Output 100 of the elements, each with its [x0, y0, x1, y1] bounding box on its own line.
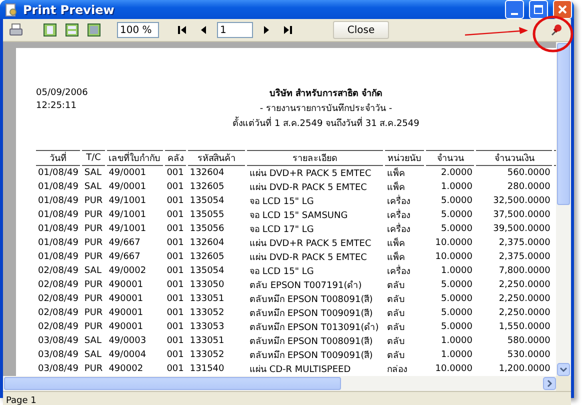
table-cell-text: 49/0001 [108, 167, 148, 180]
table-cell-text: ตลับ [386, 294, 406, 306]
horizontal-scrollbar[interactable] [3, 376, 556, 391]
table-cell-text: จอ LCD 15" LG [248, 266, 315, 278]
page-field[interactable]: 1 [217, 22, 253, 38]
table-cell-text: 001 [166, 265, 185, 278]
report-period: ตั้งแต่วันที่ 1 ส.ค.2549 จนถึงวันที่ 31 ส.ค.2549 [232, 116, 420, 130]
table-cell-text: 001 [166, 195, 185, 208]
report-time: 12:25:11 [36, 101, 78, 111]
table-cell-text: 02/08/49 [37, 279, 80, 292]
column-header: หน่วยนับ [384, 150, 424, 166]
table-cell-text: 1,550.0000 [498, 321, 552, 334]
table-cell-text: 1.0000 [440, 349, 474, 362]
print-icon [9, 23, 23, 37]
table-cell-text: 1.0000 [440, 265, 474, 278]
column-header: เลขที่ใบกำกับ [106, 150, 163, 166]
table-cell-text: 133052 [188, 349, 226, 362]
table-cell-text: 5.0000 [440, 293, 474, 306]
table-cell-text: 490001 [108, 307, 144, 320]
scroll-right-icon[interactable] [543, 377, 556, 390]
first-page-icon [175, 23, 189, 37]
table-cell-text: 49/667 [108, 237, 142, 250]
vertical-scrollbar[interactable] [556, 42, 571, 376]
table-cell-text: 135054 [188, 265, 226, 278]
report-date: 05/09/2006 [36, 88, 89, 98]
table-cell-text: 001 [166, 251, 185, 264]
table-cell-text: แผ่น CD-R MULTISPEED [248, 364, 352, 376]
table-cell-text: 001 [166, 307, 185, 320]
table-cell-text: ตลับ EPSON T007191(ดำ) [248, 280, 363, 292]
window-icon [4, 2, 18, 16]
column-header: คลัง [164, 150, 186, 166]
two-page-icon [65, 23, 79, 37]
table-cell-text: PUR [83, 307, 104, 320]
table-cell-text: ตลับหมึก EPSON T009091(สี) [248, 308, 374, 320]
table-cell-text: ตลับหมึก EPSON T013091(ดำ) [248, 322, 380, 334]
single-page-button[interactable] [41, 21, 59, 39]
table-cell-text: 01/08/49 [37, 209, 80, 222]
table-cell-text: กล่อง [386, 364, 408, 376]
table-cell-text: PUR [83, 223, 104, 236]
table-cell-text: 10.0000 [434, 251, 474, 264]
table-cell-text: 001 [166, 209, 185, 222]
table-cell-text: 02/08/49 [37, 321, 80, 334]
pin-icon [549, 23, 563, 37]
table-cell-text: ตลับ [386, 336, 406, 348]
table-cell-text: 133053 [188, 321, 226, 334]
table-cell-text: 132604 [188, 237, 226, 250]
column-header: จำนวน [426, 150, 474, 166]
table-cell-text: PUR [83, 251, 104, 264]
table-cell-text: 49/0001 [108, 181, 148, 194]
table-cell-text: 01/08/49 [37, 167, 80, 180]
company-name: บริษัท สำหรับการสาธิต จำกัด [269, 87, 383, 100]
table-cell-text: 490001 [108, 293, 144, 306]
table-cell: เครื่อง [384, 222, 424, 236]
table-cell-text: จอ LCD 15" LG [248, 196, 315, 208]
zoom-field[interactable]: 100 % [117, 22, 159, 38]
maximize-button[interactable] [529, 0, 548, 19]
table-cell-text: แพ็ค [386, 166, 406, 180]
table-cell-text: 49/667 [108, 251, 142, 264]
table-cell-text: 49/0004 [108, 349, 148, 362]
table-cell-text: 490001 [108, 321, 144, 334]
close-button[interactable]: Close [333, 21, 389, 39]
two-page-button[interactable] [63, 21, 81, 39]
table-cell-text: SAL [83, 167, 102, 180]
table-cell-text: 03/08/49 [37, 335, 80, 348]
full-page-icon [87, 23, 101, 37]
table-cell-text: 02/08/49 [37, 307, 80, 320]
table-cell-text: 001 [166, 363, 185, 376]
close-button[interactable] [553, 0, 572, 19]
column-header: วันที่ [36, 150, 80, 166]
table-cell-text: 10.0000 [434, 363, 474, 376]
minimize-button[interactable] [505, 0, 524, 19]
table-cell-text: แพ็ค [386, 250, 406, 264]
column-header: รายละเอียด [247, 150, 383, 166]
table-cell-text: 560.0000 [506, 167, 552, 180]
annotation-arrow [464, 27, 528, 36]
table-cell-text: แพ็ค [386, 180, 406, 194]
table-cell-text: SAL [83, 349, 102, 362]
table-cell-text: 1.0000 [440, 335, 474, 348]
last-page-icon [281, 23, 295, 37]
table-cell-text: SAL [83, 265, 102, 278]
table-cell-text: 5.0000 [440, 307, 474, 320]
table-cell-text: PUR [83, 195, 104, 208]
window-title: Print Preview [23, 2, 116, 16]
table-cell-text: 5.0000 [440, 223, 474, 236]
table-cell-text: 03/08/49 [37, 349, 80, 362]
table-cell-text: 01/08/49 [37, 223, 80, 236]
table-cell: เครื่อง [384, 208, 424, 222]
table-cell-text: 2,250.0000 [498, 279, 552, 292]
full-page-button[interactable] [85, 21, 103, 39]
table-cell-text: 39,500.0000 [492, 223, 552, 236]
table-cell-text: ตลับหมึก EPSON T008091(สี) [248, 336, 374, 348]
table-cell-text: PUR [83, 363, 104, 376]
table-cell-text: 001 [166, 279, 185, 292]
single-page-icon [43, 23, 57, 37]
table-cell-text: 131540 [188, 363, 226, 376]
close-icon [557, 4, 568, 15]
scroll-down-icon[interactable] [557, 363, 570, 376]
table-cell-text: 133051 [188, 293, 226, 306]
table-cell-text: จอ LCD 17" LG [248, 224, 315, 236]
table-cell-text: 135056 [188, 223, 226, 236]
